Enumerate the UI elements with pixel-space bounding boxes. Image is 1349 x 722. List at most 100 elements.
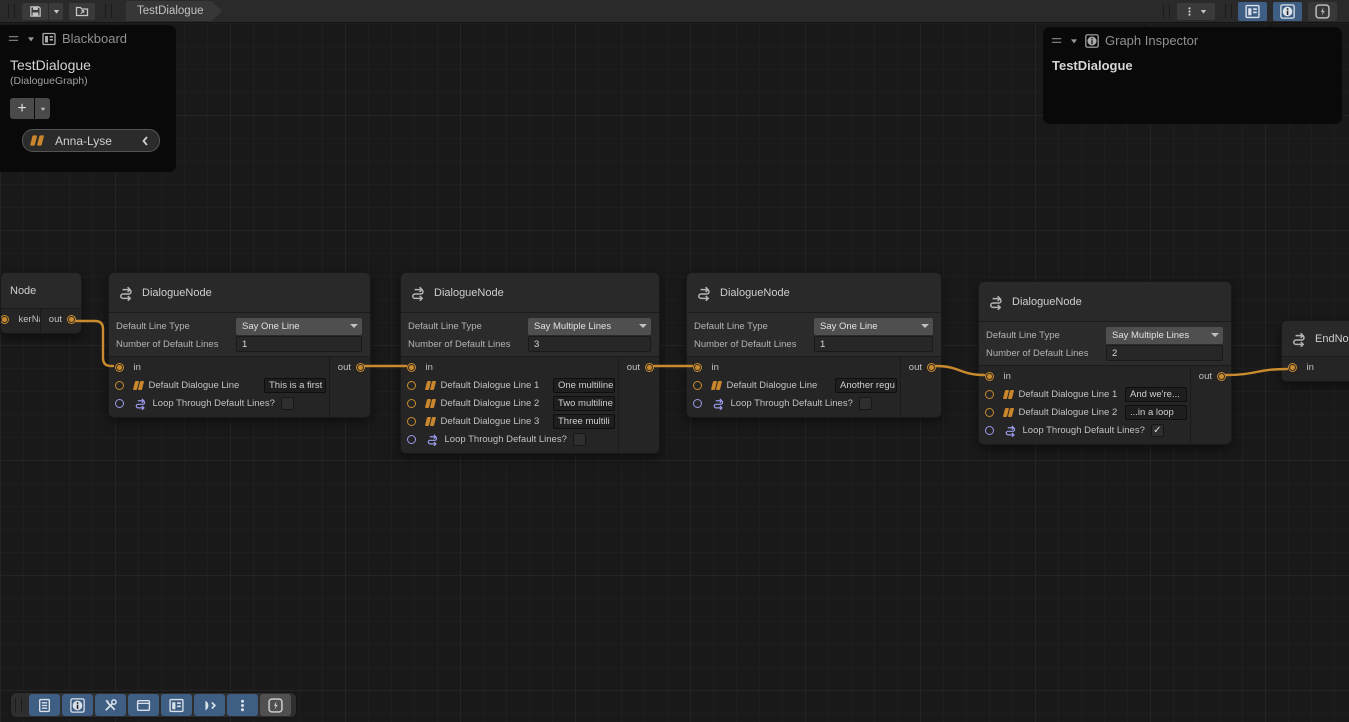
port-connected[interactable] xyxy=(67,315,76,324)
overlay-spark-button[interactable] xyxy=(260,694,291,716)
property-label: Number of Default Lines xyxy=(694,339,814,350)
graph-inspector-header[interactable]: Graph Inspector xyxy=(1043,27,1342,51)
dialogue-node-1[interactable]: DialogueNodeDefault Line TypeSay One Lin… xyxy=(108,272,371,418)
drag-handle-icon[interactable] xyxy=(1050,34,1063,47)
overlay-play-button[interactable] xyxy=(194,694,225,716)
property-label: Number of Default Lines xyxy=(986,348,1106,359)
dialogue-line-field[interactable]: ...in a loop xyxy=(1125,405,1187,420)
tab-testdialogue[interactable]: TestDialogue xyxy=(126,1,222,21)
options-menu-button[interactable] xyxy=(1177,3,1215,20)
node-header[interactable]: DialogueNode xyxy=(109,273,370,312)
chevron-left-icon[interactable] xyxy=(140,135,150,147)
line-type-dropdown[interactable]: Say One Line xyxy=(814,318,933,335)
loop-icon xyxy=(712,397,725,410)
open-asset-button[interactable] xyxy=(69,3,95,20)
port-connected[interactable] xyxy=(1217,372,1226,381)
node-flow-icon xyxy=(1291,331,1307,347)
port-open[interactable] xyxy=(693,399,702,408)
port-row: Default Dialogue Line 2...in a loop xyxy=(979,403,1190,421)
port-row: kerName xyxy=(1,310,40,328)
toggle-spark-button[interactable] xyxy=(1308,2,1337,21)
port-open[interactable] xyxy=(985,408,994,417)
field-name: Anna-Lyse xyxy=(55,134,132,148)
toolbar-grip[interactable] xyxy=(1225,4,1232,18)
port-connected[interactable] xyxy=(1288,363,1297,372)
port-connected[interactable] xyxy=(1,315,9,324)
node-header[interactable]: DialogueNode xyxy=(401,273,659,312)
number-field[interactable]: 3 xyxy=(528,336,651,352)
loop-checkbox[interactable]: ✓ xyxy=(1151,424,1164,437)
blackboard-header[interactable]: Blackboard xyxy=(0,25,176,49)
port-open[interactable] xyxy=(407,381,416,390)
line-type-dropdown[interactable]: Say Multiple Lines xyxy=(528,318,651,335)
port-connected[interactable] xyxy=(693,363,702,372)
blackboard-field-anna-lyse[interactable]: Anna-Lyse xyxy=(22,129,160,152)
graph-inspector-panel: Graph Inspector TestDialogue xyxy=(1043,27,1342,124)
end-node[interactable]: EndNodein xyxy=(1281,320,1349,382)
loop-checkbox[interactable] xyxy=(573,433,586,446)
overlay-blackboard-button[interactable] xyxy=(161,694,192,716)
dialogue-line-field[interactable]: And we're... xyxy=(1125,387,1187,402)
line-type-dropdown[interactable]: Say One Line xyxy=(236,318,362,335)
collapse-icon[interactable] xyxy=(1069,36,1079,46)
port-open[interactable] xyxy=(407,417,416,426)
dialogue-node-3[interactable]: DialogueNodeDefault Line TypeSay One Lin… xyxy=(686,272,942,418)
speaker-node-clipped[interactable]: Node kerName out xyxy=(0,272,82,334)
port-row: Loop Through Default Lines? xyxy=(687,394,900,412)
port-connected[interactable] xyxy=(407,363,416,372)
number-field[interactable]: 1 xyxy=(236,336,362,352)
port-connected[interactable] xyxy=(356,363,365,372)
toolbar-grip[interactable] xyxy=(105,4,112,18)
port-row: Default Dialogue Line 3Three multili xyxy=(401,412,618,430)
port-connected[interactable] xyxy=(645,363,654,372)
port-connected[interactable] xyxy=(985,372,994,381)
port-open[interactable] xyxy=(693,381,702,390)
toolbar-grip[interactable] xyxy=(15,698,22,712)
line-type-dropdown[interactable]: Say Multiple Lines xyxy=(1106,327,1223,344)
port-open[interactable] xyxy=(985,426,994,435)
port-connected[interactable] xyxy=(115,363,124,372)
port-open[interactable] xyxy=(115,381,124,390)
collapse-icon[interactable] xyxy=(26,34,36,44)
overlay-more-button[interactable] xyxy=(227,694,258,716)
port-open[interactable] xyxy=(115,399,124,408)
node-header[interactable]: Node xyxy=(1,273,81,308)
graph-inspector-selection: TestDialogue xyxy=(1052,58,1342,73)
dialogue-node-2[interactable]: DialogueNodeDefault Line TypeSay Multipl… xyxy=(400,272,660,454)
drag-handle-icon[interactable] xyxy=(7,32,20,45)
toggle-graph-inspector-button[interactable] xyxy=(1273,2,1302,21)
overlay-document-button[interactable] xyxy=(29,694,60,716)
port-open[interactable] xyxy=(985,390,994,399)
port-open[interactable] xyxy=(407,435,416,444)
dialogue-node-4[interactable]: DialogueNodeDefault Line TypeSay Multipl… xyxy=(978,281,1232,445)
dialogue-line-field[interactable]: Another regu xyxy=(835,378,897,393)
dialogue-line-field[interactable]: Two multiline xyxy=(553,396,615,411)
port-connected[interactable] xyxy=(927,363,936,372)
node-header[interactable]: DialogueNode xyxy=(687,273,941,312)
dialogue-line-field[interactable]: Three multili xyxy=(553,414,615,429)
overlay-inspector-button[interactable] xyxy=(62,694,93,716)
quote-icon xyxy=(426,399,435,408)
port-label: out xyxy=(49,314,62,325)
port-label: Loop Through Default Lines? xyxy=(1023,425,1145,436)
number-field[interactable]: 2 xyxy=(1106,345,1223,361)
number-field[interactable]: 1 xyxy=(814,336,933,352)
chevron-down-icon xyxy=(921,324,929,328)
node-header[interactable]: EndNode xyxy=(1282,321,1349,356)
overlay-window-button[interactable] xyxy=(128,694,159,716)
port-label: kerName xyxy=(19,314,41,325)
toggle-blackboard-button[interactable] xyxy=(1238,2,1267,21)
toolbar-grip[interactable] xyxy=(8,4,15,18)
add-field-button[interactable]: + xyxy=(10,98,34,119)
overlay-tools-button[interactable] xyxy=(95,694,126,716)
port-open[interactable] xyxy=(407,399,416,408)
dialogue-line-field[interactable]: One multiline xyxy=(553,378,615,393)
loop-checkbox[interactable] xyxy=(281,397,294,410)
loop-checkbox[interactable] xyxy=(859,397,872,410)
dialogue-line-field[interactable]: This is a first xyxy=(264,378,326,393)
add-field-dropdown-button[interactable] xyxy=(35,98,50,119)
save-button[interactable] xyxy=(22,3,48,20)
save-dropdown-button[interactable] xyxy=(49,3,63,20)
toolbar-grip[interactable] xyxy=(1163,4,1170,18)
node-header[interactable]: DialogueNode xyxy=(979,282,1231,321)
